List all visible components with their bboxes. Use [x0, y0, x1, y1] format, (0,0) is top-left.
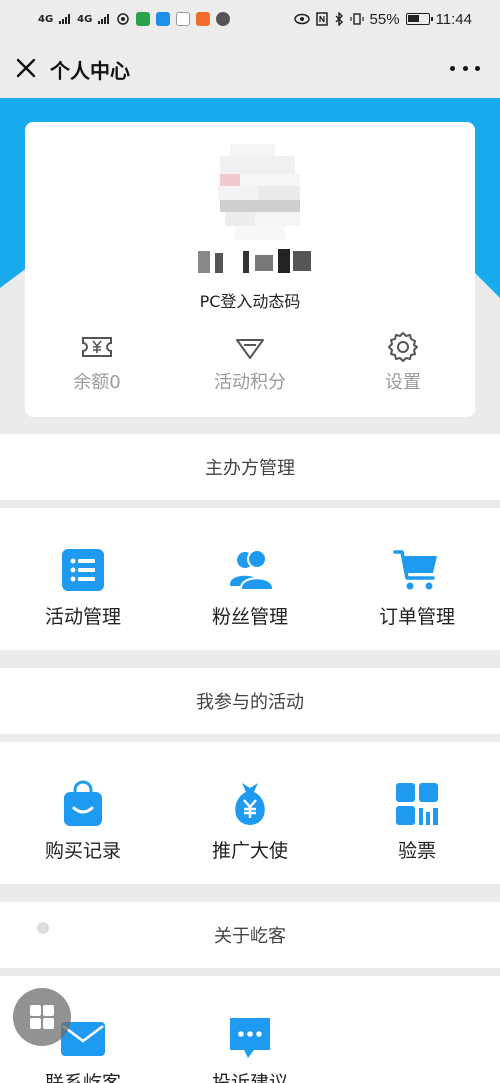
vibrate-icon — [349, 13, 364, 25]
gear-icon — [388, 332, 418, 362]
points-label: 活动积分 — [214, 372, 286, 393]
activity-manage-button[interactable]: 活动管理 — [0, 508, 166, 650]
indicator-dot — [37, 922, 49, 934]
status-right-icons: 55% 11:44 — [293, 10, 472, 28]
nickname-blurred — [198, 249, 311, 273]
points-stat[interactable]: 活动积分 — [190, 330, 310, 394]
fans-manage-label: 粉丝管理 — [211, 606, 288, 628]
floating-menu-button[interactable] — [13, 988, 71, 1046]
grid-menu-icon — [30, 1005, 54, 1029]
purchase-records-button[interactable]: 购买记录 — [0, 742, 166, 884]
settings-stat[interactable]: 设置 — [343, 330, 463, 394]
signal-bars-icon — [98, 14, 110, 24]
eye-icon — [293, 13, 310, 25]
settings-label: 设置 — [385, 372, 421, 393]
app-notif-icon — [136, 12, 151, 26]
page-title: 个人中心 — [50, 59, 130, 83]
section-participated-title: 我参与的活动 — [0, 668, 500, 734]
promoter-button[interactable]: 推广大使 — [167, 742, 333, 884]
participated-grid: 购买记录 推广大使 验票 — [0, 742, 500, 884]
cart-icon — [393, 550, 437, 590]
app-notif-icon — [156, 12, 171, 26]
status-bar: 4G 4G 55% 11:44 — [0, 0, 500, 38]
ticket-yen-icon — [82, 337, 112, 357]
bluetooth-icon — [335, 12, 343, 26]
activity-manage-label: 活动管理 — [44, 606, 121, 628]
app-notif-icon — [196, 12, 211, 26]
promoter-label: 推广大使 — [211, 840, 288, 862]
feedback-button[interactable]: 投诉建议 — [167, 976, 333, 1083]
purchase-records-label: 购买记录 — [44, 840, 121, 862]
signal-4g-2: 4G — [77, 13, 93, 25]
section-title-text: 主办方管理 — [205, 458, 295, 479]
list-icon — [62, 549, 104, 591]
app-notif-icon — [176, 12, 191, 26]
qr-scan-icon — [396, 783, 438, 825]
ticket-check-button[interactable]: 验票 — [334, 742, 500, 884]
shopping-bag-icon — [64, 780, 102, 826]
section-title-text: 关于屹客 — [214, 926, 286, 947]
profile-card: PC登入动态码 余额0 活动积分 设置 — [25, 122, 475, 417]
order-manage-label: 订单管理 — [378, 606, 455, 628]
signal-bars-icon — [59, 14, 71, 24]
fans-manage-button[interactable]: 粉丝管理 — [167, 508, 333, 650]
pc-login-code[interactable]: PC登入动态码 — [25, 288, 475, 312]
battery-icon — [405, 13, 433, 25]
nfc-icon — [315, 12, 328, 26]
signal-4g-1: 4G — [38, 13, 54, 25]
more-icon[interactable] — [450, 58, 480, 78]
chat-icon — [230, 1018, 270, 1058]
contact-label: 联系屹客 — [44, 1072, 121, 1083]
organizer-grid: 活动管理 粉丝管理 订单管理 — [0, 508, 500, 650]
balance-label: 余额0 — [73, 372, 121, 393]
feedback-label: 投诉建议 — [211, 1072, 288, 1083]
balance-stat[interactable]: 余额0 — [37, 330, 157, 394]
app-notif-icon — [216, 12, 231, 26]
section-about-title: 关于屹客 — [0, 902, 500, 968]
ticket-check-label: 验票 — [397, 840, 436, 862]
close-icon[interactable] — [12, 54, 40, 82]
order-manage-button[interactable]: 订单管理 — [334, 508, 500, 650]
hotspot-icon — [117, 13, 130, 25]
diamond-icon — [236, 339, 264, 359]
section-organizer-title: 主办方管理 — [0, 434, 500, 500]
clock: 11:44 — [435, 10, 472, 28]
about-grid: 联系屹客 投诉建议 — [0, 976, 500, 1083]
money-bag-icon — [235, 783, 265, 825]
title-bar: 个人中心 — [0, 38, 500, 98]
battery-percent: 55% — [369, 10, 400, 28]
avatar[interactable] — [200, 144, 310, 244]
section-title-text: 我参与的活动 — [196, 692, 304, 713]
users-icon — [230, 549, 274, 591]
status-left-icons: 4G 4G — [38, 12, 231, 26]
